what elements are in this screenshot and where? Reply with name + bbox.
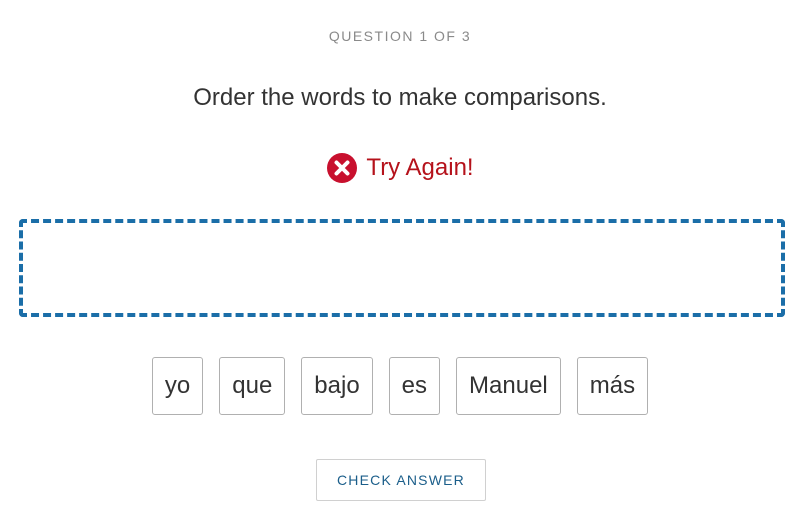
word-tile-que[interactable]: que <box>219 357 286 415</box>
question-prompt: Order the words to make comparisons. <box>193 84 607 111</box>
question-progress: QUESTION 1 OF 3 <box>328 28 472 44</box>
word-tile-manuel[interactable]: Manuel <box>456 357 561 415</box>
error-x-icon <box>326 152 358 184</box>
feedback-text: Try Again! <box>366 154 474 181</box>
check-answer-button[interactable]: CHECK ANSWER <box>316 459 486 501</box>
feedback-message: Try Again! <box>0 152 800 184</box>
answer-drop-zone[interactable] <box>19 219 785 317</box>
word-bank: yo que bajo es Manuel más <box>0 357 800 415</box>
word-tile-bajo[interactable]: bajo <box>301 357 373 415</box>
word-tile-mas[interactable]: más <box>576 357 649 415</box>
word-tile-es[interactable]: es <box>388 357 441 415</box>
word-tile-yo[interactable]: yo <box>151 357 204 415</box>
